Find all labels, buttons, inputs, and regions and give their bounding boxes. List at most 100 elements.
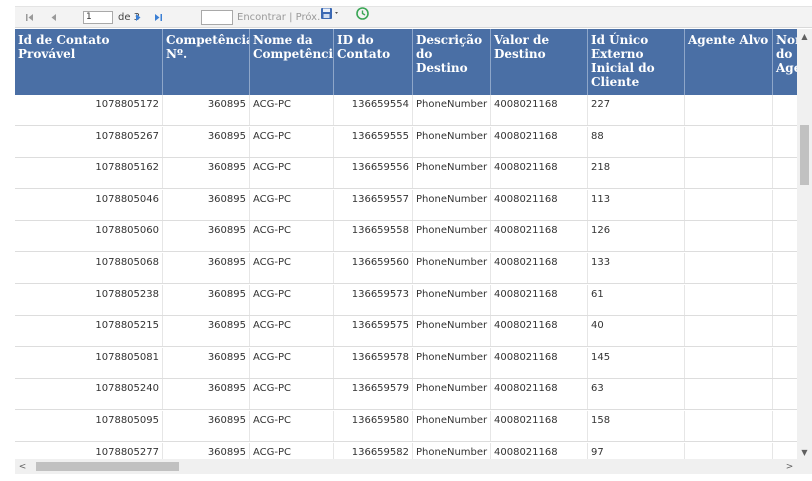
export-save-icon <box>320 7 342 28</box>
vertical-scrollbar[interactable]: ▲ ▼ <box>797 29 812 459</box>
agent-name-cell <box>773 190 797 220</box>
horizontal-scroll-thumb[interactable] <box>36 462 179 471</box>
external-client-id-cell: 145 <box>588 347 685 378</box>
table-row: 1078805215 360895 ACG-PC 136659575 PhoneNumb… <box>15 316 797 348</box>
skill-number-cell: 360895 <box>163 284 250 315</box>
next-find-link[interactable]: Próx. <box>296 12 321 23</box>
target-agent-cell <box>685 284 773 315</box>
skill-name-cell: ACG-PC <box>250 221 334 252</box>
column-header[interactable]: Valor de Destino <box>491 29 588 95</box>
report-table: Id de Contato Provável Competência Nº. N… <box>15 29 797 459</box>
agent-name-cell <box>773 285 797 315</box>
target-agent-cell <box>685 253 773 283</box>
column-header[interactable]: Descrição do Destino <box>413 29 491 95</box>
column-header[interactable]: Id de Contato Provável <box>15 29 163 95</box>
external-client-id-cell: 88 <box>588 126 685 157</box>
table-row: 1078805095 360895 ACG-PC 136659580 PhoneNumb… <box>15 411 797 442</box>
scroll-left-icon[interactable]: < <box>15 459 30 474</box>
horizontal-scrollbar[interactable]: < > <box>15 459 797 474</box>
column-header[interactable]: Agente Alvo <box>685 29 773 95</box>
destination-value-cell: 4008021168 <box>491 316 588 347</box>
skill-name-cell: ACG-PC <box>250 158 334 189</box>
vertical-scroll-thumb[interactable] <box>800 125 809 185</box>
agent-name-cell <box>773 348 797 378</box>
external-client-id-cell: 133 <box>588 253 685 283</box>
probable-contact-id-cell: 1078805240 <box>15 379 163 410</box>
table-row: 1078805267 360895 ACG-PC 136659555 PhoneNumb… <box>15 126 797 158</box>
skill-number-cell: 360895 <box>163 126 250 157</box>
destination-value-cell: 4008021168 <box>491 442 588 459</box>
find-text-input[interactable] <box>201 10 233 25</box>
find-separator: | <box>285 12 296 23</box>
probable-contact-id-cell: 1078805060 <box>15 221 163 252</box>
target-agent-cell <box>685 189 773 220</box>
contact-id-cell: 136659578 <box>334 347 413 378</box>
agent-name-cell <box>773 221 797 251</box>
agent-name-cell <box>773 127 797 157</box>
destination-value-cell: 4008021168 <box>491 158 588 189</box>
probable-contact-id-cell: 1078805267 <box>15 126 163 157</box>
column-header[interactable]: Competência Nº. <box>163 29 250 95</box>
destination-description-cell: PhoneNumber <box>413 284 491 315</box>
destination-description-cell: PhoneNumber <box>413 379 491 410</box>
column-header[interactable]: Nome da Competência <box>250 29 334 95</box>
contact-id-cell: 136659558 <box>334 221 413 252</box>
probable-contact-id-cell: 1078805068 <box>15 253 163 283</box>
scroll-right-icon[interactable]: > <box>782 459 797 474</box>
skill-number-cell: 360895 <box>163 411 250 441</box>
target-agent-cell <box>685 411 773 441</box>
column-header[interactable]: Id Único Externo Inicial do Cliente <box>588 29 685 95</box>
contact-id-cell: 136659556 <box>334 158 413 189</box>
find-link[interactable]: Encontrar <box>237 12 286 23</box>
skill-name-cell: ACG-PC <box>250 189 334 220</box>
scroll-up-icon[interactable]: ▲ <box>797 29 812 43</box>
contact-id-cell: 136659555 <box>334 126 413 157</box>
destination-value-cell: 4008021168 <box>491 253 588 283</box>
probable-contact-id-cell: 1078805215 <box>15 316 163 347</box>
destination-value-cell: 4008021168 <box>491 221 588 252</box>
contact-id-cell: 136659580 <box>334 411 413 441</box>
skill-name-cell: ACG-PC <box>250 253 334 283</box>
target-agent-cell <box>685 158 773 189</box>
refresh-icon <box>355 7 369 28</box>
destination-value-cell: 4008021168 <box>491 347 588 378</box>
skill-number-cell: 360895 <box>163 95 250 125</box>
agent-name-cell <box>773 316 797 346</box>
skill-number-cell: 360895 <box>163 442 250 459</box>
next-page-icon[interactable] <box>131 7 145 28</box>
destination-value-cell: 4008021168 <box>491 284 588 315</box>
skill-number-cell: 360895 <box>163 253 250 283</box>
skill-number-cell: 360895 <box>163 316 250 347</box>
destination-value-cell: 4008021168 <box>491 126 588 157</box>
scrollbar-corner <box>797 459 812 474</box>
probable-contact-id-cell: 1078805277 <box>15 442 163 459</box>
column-header[interactable]: Nome do Agente <box>773 29 797 95</box>
page-number-input[interactable] <box>83 11 113 24</box>
previous-page-icon[interactable] <box>47 7 61 28</box>
destination-value-cell: 4008021168 <box>491 411 588 441</box>
find-links: Encontrar | Próx. <box>237 7 320 28</box>
target-agent-cell <box>685 442 773 459</box>
external-client-id-cell: 97 <box>588 442 685 459</box>
scroll-down-icon[interactable]: ▼ <box>797 445 812 459</box>
probable-contact-id-cell: 1078805046 <box>15 189 163 220</box>
column-header[interactable]: ID do Contato <box>334 29 413 95</box>
refresh-button[interactable] <box>354 7 370 28</box>
probable-contact-id-cell: 1078805162 <box>15 158 163 189</box>
external-client-id-cell: 218 <box>588 158 685 189</box>
target-agent-cell <box>685 95 773 125</box>
probable-contact-id-cell: 1078805172 <box>15 95 163 125</box>
agent-name-cell <box>773 158 797 188</box>
contact-id-cell: 136659554 <box>334 95 413 125</box>
skill-number-cell: 360895 <box>163 158 250 189</box>
first-page-icon[interactable] <box>23 7 37 28</box>
last-page-icon[interactable] <box>151 7 165 28</box>
destination-description-cell: PhoneNumber <box>413 95 491 125</box>
destination-value-cell: 4008021168 <box>491 379 588 410</box>
contact-id-cell: 136659560 <box>334 253 413 283</box>
report-viewer: de 3 Encontrar | Próx. <box>0 0 812 481</box>
skill-name-cell: ACG-PC <box>250 95 334 125</box>
agent-name-cell <box>773 443 797 459</box>
export-button[interactable] <box>319 7 343 28</box>
target-agent-cell <box>685 379 773 410</box>
